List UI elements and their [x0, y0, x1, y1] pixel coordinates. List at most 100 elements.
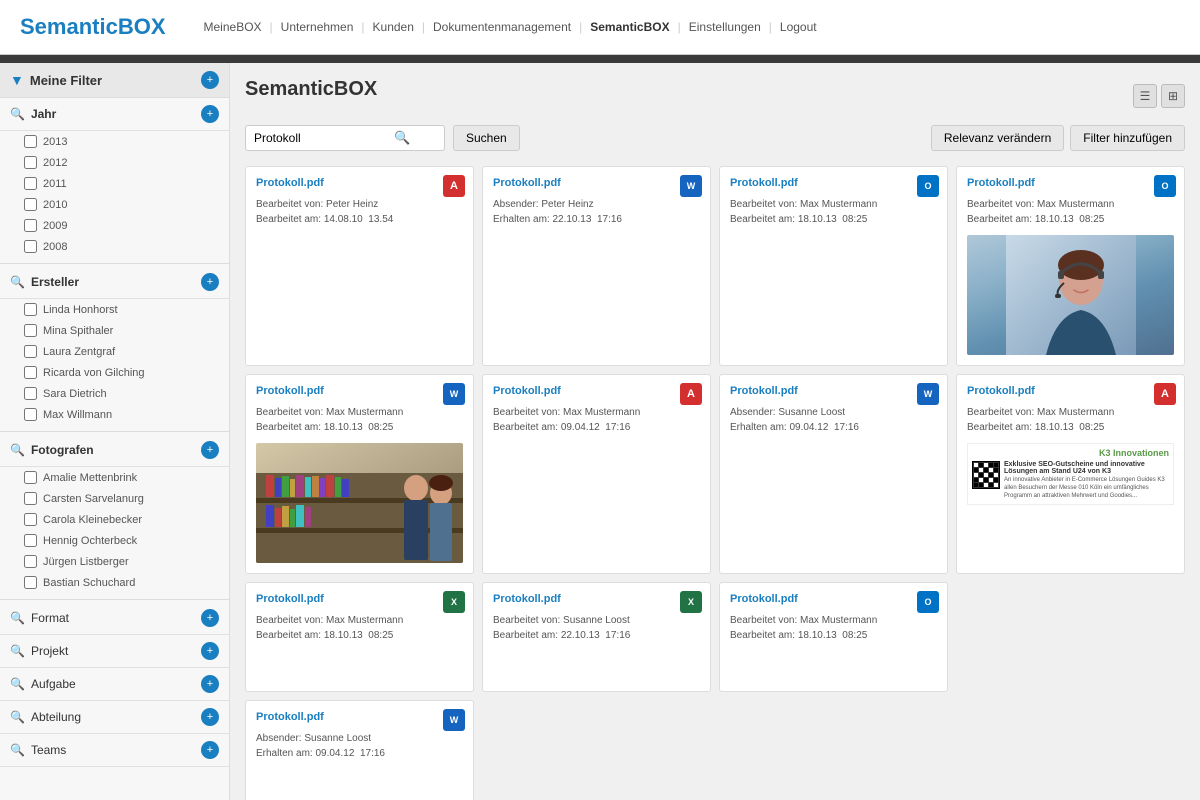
- doc-card-2[interactable]: W Protokoll.pdf Absender: Peter HeinzErh…: [482, 166, 711, 366]
- ersteller-items: Linda Honhorst Mina Spithaler Laura Zent…: [0, 299, 229, 432]
- filter-icon: ▼: [10, 72, 24, 88]
- year-section-header[interactable]: 🔍 Jahr +: [0, 98, 229, 131]
- nav-logout[interactable]: Logout: [772, 20, 825, 34]
- document-grid: A Protokoll.pdf Bearbeitet von: Peter He…: [245, 166, 1185, 800]
- doc-title-9: Protokoll.pdf: [256, 593, 437, 605]
- year-items: 2013 2012 2011 2010 2009 2008: [0, 131, 229, 264]
- ersteller-add-button[interactable]: +: [201, 273, 219, 291]
- doc-title-7: Protokoll.pdf: [730, 385, 911, 397]
- teams-section[interactable]: 🔍 Teams +: [0, 734, 229, 767]
- sidebar: ▼ Meine Filter + 🔍 Jahr + 2013 2012 2011…: [0, 63, 230, 800]
- year-search-icon: 🔍: [10, 107, 25, 121]
- library-image: [256, 443, 463, 563]
- year-add-button[interactable]: +: [201, 105, 219, 123]
- fotografen-search-icon: 🔍: [10, 443, 25, 457]
- doc-card-8[interactable]: A Protokoll.pdf Bearbeitet von: Max Must…: [956, 374, 1185, 574]
- sidebar-title: Meine Filter: [30, 73, 102, 88]
- year-2011: 2011: [0, 173, 229, 194]
- doc-meta-6: Bearbeitet von: Max MustermannBearbeitet…: [493, 405, 700, 435]
- outlook-icon-11: O: [917, 591, 939, 613]
- doc-title-12: Protokoll.pdf: [256, 711, 437, 723]
- dark-bar: [0, 55, 1200, 63]
- nav-meinebox[interactable]: MeineBOX: [196, 20, 270, 34]
- doc-card-12[interactable]: W Protokoll.pdf Absender: Susanne LoostE…: [245, 700, 474, 800]
- aufgabe-add-button[interactable]: +: [201, 675, 219, 693]
- doc-meta-4: Bearbeitet von: Max MustermannBearbeitet…: [967, 197, 1174, 227]
- main-content: SemanticBOX ☰ ⊞ 🔍 Suchen Relevanz veränd…: [230, 63, 1200, 800]
- grid-view-button[interactable]: ⊞: [1161, 84, 1185, 108]
- ersteller-section-header[interactable]: 🔍 Ersteller +: [0, 266, 229, 299]
- format-label: Format: [31, 611, 69, 625]
- year-2010: 2010: [0, 194, 229, 215]
- search-button[interactable]: Suchen: [453, 125, 520, 151]
- doc-meta-12: Absender: Susanne LoostErhalten am: 09.0…: [256, 731, 463, 761]
- doc-card-11[interactable]: O Protokoll.pdf Bearbeitet von: Max Must…: [719, 582, 948, 692]
- doc-meta-7: Absender: Susanne LoostErhalten am: 09.0…: [730, 405, 937, 435]
- main-layout: ▼ Meine Filter + 🔍 Jahr + 2013 2012 2011…: [0, 63, 1200, 800]
- outlook-icon-3: O: [917, 175, 939, 197]
- fotografen-section-header[interactable]: 🔍 Fotografen +: [0, 434, 229, 467]
- projekt-section[interactable]: 🔍 Projekt +: [0, 635, 229, 668]
- logo-text1: Semantic: [20, 14, 118, 39]
- teams-search-icon: 🔍: [10, 743, 25, 757]
- abteilung-add-button[interactable]: +: [201, 708, 219, 726]
- doc-title-3: Protokoll.pdf: [730, 177, 911, 189]
- pdf-icon-1: A: [443, 175, 465, 197]
- doc-card-4[interactable]: O Protokoll.pdf Bearbeitet von: Max Must…: [956, 166, 1185, 366]
- nav-unternehmen[interactable]: Unternehmen: [273, 20, 362, 34]
- doc-card-5[interactable]: W Protokoll.pdf Bearbeitet von: Max Must…: [245, 374, 474, 574]
- doc-meta-3: Bearbeitet von: Max MustermannBearbeitet…: [730, 197, 937, 227]
- teams-add-button[interactable]: +: [201, 741, 219, 759]
- ersteller-section: 🔍 Ersteller + Linda Honhorst Mina Spitha…: [0, 266, 229, 432]
- abteilung-section[interactable]: 🔍 Abteilung +: [0, 701, 229, 734]
- doc-card-7[interactable]: W Protokoll.pdf Absender: Susanne LoostE…: [719, 374, 948, 574]
- doc-title-8: Protokoll.pdf: [967, 385, 1148, 397]
- doc-card-9[interactable]: X Protokoll.pdf Bearbeitet von: Max Must…: [245, 582, 474, 692]
- list-view-button[interactable]: ☰: [1133, 84, 1157, 108]
- search-input-wrap: 🔍: [245, 125, 445, 151]
- logo: SemanticBOX: [20, 14, 166, 40]
- nav-dokumentenmanagement[interactable]: Dokumentenmanagement: [425, 20, 579, 34]
- excel-icon-10: X: [680, 591, 702, 613]
- doc-card-6[interactable]: A Protokoll.pdf Bearbeitet von: Max Must…: [482, 374, 711, 574]
- year-2008: 2008: [0, 236, 229, 257]
- aufgabe-section[interactable]: 🔍 Aufgabe +: [0, 668, 229, 701]
- page-title: SemanticBOX: [245, 78, 377, 101]
- nav-semanticbox[interactable]: SemanticBOX: [582, 20, 677, 34]
- search-input[interactable]: [254, 131, 394, 145]
- doc-card-3[interactable]: O Protokoll.pdf Bearbeitet von: Max Must…: [719, 166, 948, 366]
- nav-einstellungen[interactable]: Einstellungen: [681, 20, 769, 34]
- add-filter-button[interactable]: Filter hinzufügen: [1070, 125, 1185, 151]
- main-nav: MeineBOX | Unternehmen | Kunden | Dokume…: [196, 20, 825, 34]
- fotografen-section: 🔍 Fotografen + Amalie Mettenbrink Carste…: [0, 434, 229, 600]
- fotografen-items: Amalie Mettenbrink Carsten Sarvelanurg C…: [0, 467, 229, 600]
- doc-title-2: Protokoll.pdf: [493, 177, 674, 189]
- abteilung-label: Abteilung: [31, 710, 81, 724]
- right-buttons: Relevanz verändern Filter hinzufügen: [931, 125, 1185, 151]
- word-icon-2: W: [680, 175, 702, 197]
- format-search-icon: 🔍: [10, 611, 25, 625]
- nav-kunden[interactable]: Kunden: [365, 20, 422, 34]
- projekt-add-button[interactable]: +: [201, 642, 219, 660]
- doc-title-4: Protokoll.pdf: [967, 177, 1148, 189]
- doc-meta-8: Bearbeitet von: Max MustermannBearbeitet…: [967, 405, 1174, 435]
- doc-card-1[interactable]: A Protokoll.pdf Bearbeitet von: Peter He…: [245, 166, 474, 366]
- format-add-button[interactable]: +: [201, 609, 219, 627]
- headset-image: [1006, 235, 1136, 355]
- doc-meta-9: Bearbeitet von: Max MustermannBearbeitet…: [256, 613, 463, 643]
- add-filter-button[interactable]: +: [201, 71, 219, 89]
- doc-meta-11: Bearbeitet von: Max MustermannBearbeitet…: [730, 613, 937, 643]
- top-nav: SemanticBOX MeineBOX | Unternehmen | Kun…: [0, 0, 1200, 55]
- fotografen-add-button[interactable]: +: [201, 441, 219, 459]
- year-2012: 2012: [0, 152, 229, 173]
- projekt-label: Projekt: [31, 644, 68, 658]
- doc-card-10[interactable]: X Protokoll.pdf Bearbeitet von: Susanne …: [482, 582, 711, 692]
- fotografen-label: Fotografen: [31, 443, 94, 457]
- doc-title-5: Protokoll.pdf: [256, 385, 437, 397]
- logo-text2: BOX: [118, 14, 166, 39]
- doc-title-1: Protokoll.pdf: [256, 177, 437, 189]
- format-section[interactable]: 🔍 Format +: [0, 602, 229, 635]
- abteilung-search-icon: 🔍: [10, 710, 25, 724]
- pdf-icon-8: A: [1154, 383, 1176, 405]
- relevance-button[interactable]: Relevanz verändern: [931, 125, 1064, 151]
